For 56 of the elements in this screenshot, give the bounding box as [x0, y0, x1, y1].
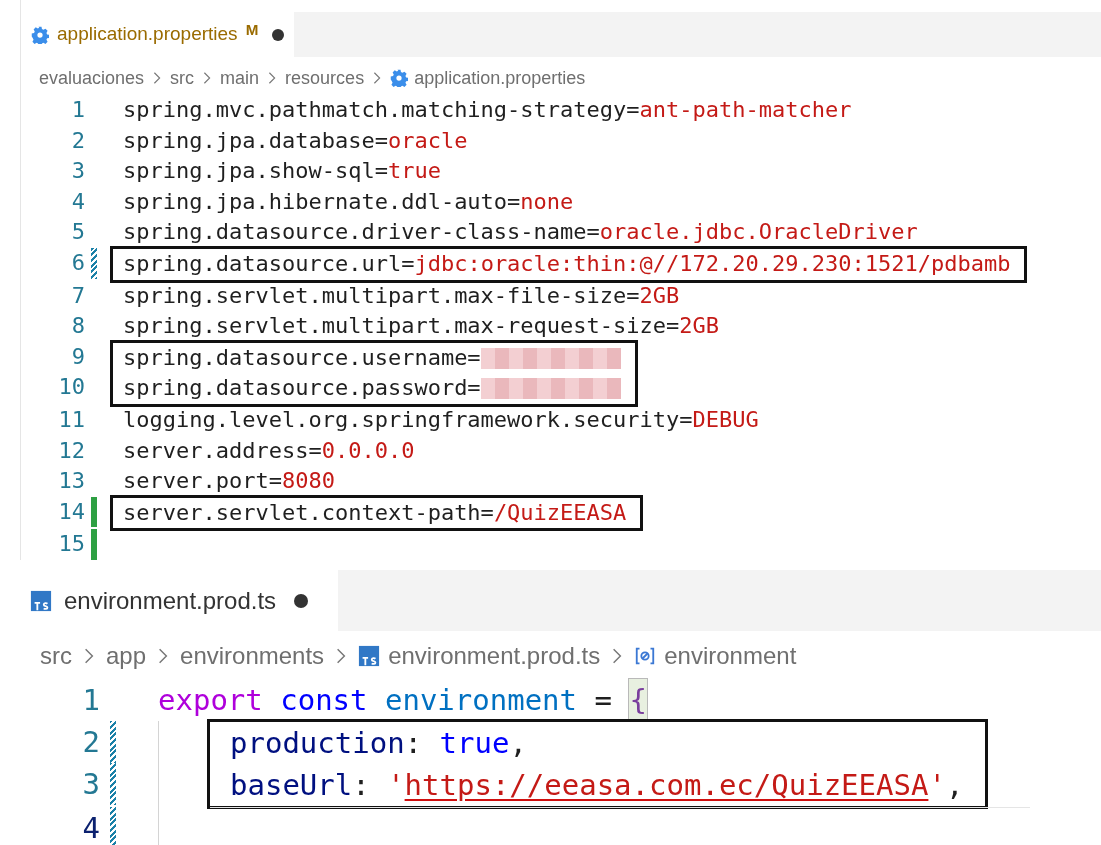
line-number: 8	[70, 312, 85, 341]
line-number: 15	[57, 530, 85, 559]
code-line: server.port=8080	[123, 467, 336, 496]
line-number: 2	[81, 724, 100, 761]
gear-icon	[390, 69, 409, 88]
editor-tab[interactable]: environment.prod.ts	[0, 570, 339, 631]
code-line: spring.datasource.driver-class-name=oracle.jdbc.OracleDriver	[123, 218, 918, 247]
code-line: spring.jpa.database=oracle	[123, 126, 469, 155]
breadcrumb-item[interactable]: app	[106, 638, 147, 674]
code-line: production: true,	[230, 725, 528, 762]
code-line: export const environment = {	[158, 679, 647, 721]
line-number: 4	[81, 810, 100, 845]
code-line: baseUrl: 'https://eeasa.com.ec/QuizEEASA',	[230, 767, 964, 804]
line-number: 4	[70, 187, 85, 216]
code-line: spring.datasource.username=	[123, 342, 621, 374]
typescript-file-icon	[358, 645, 381, 667]
breadcrumb-item[interactable]: environment	[664, 638, 797, 674]
code-line: spring.jpa.hibernate.ddl-auto=none	[123, 187, 575, 216]
tab-label: application.properties	[57, 22, 238, 47]
code-line: spring.datasource.password=	[123, 373, 621, 405]
code-line: spring.servlet.multipart.max-request-size=2GB	[123, 312, 720, 341]
breadcrumb-item[interactable]: src	[170, 64, 195, 92]
variable-icon	[634, 645, 657, 667]
breadcrumb-item[interactable]: resources	[285, 64, 365, 92]
code-line: spring.jpa.show-sql=true	[123, 157, 442, 186]
breadcrumb-item[interactable]: application.properties	[414, 64, 586, 92]
line-number: 10	[57, 373, 85, 402]
code-line: server.servlet.context-path=/QuizEEASA	[123, 498, 627, 527]
line-number: 14	[57, 497, 85, 526]
breadcrumb-item[interactable]: evaluaciones	[39, 64, 145, 92]
line-number: 11	[57, 406, 85, 435]
code-line: logging.level.org.springframework.security=DEBUG	[123, 406, 759, 435]
code-line: spring.mvc.pathmatch.matching-strategy=ant-path-matcher	[123, 96, 853, 125]
typescript-file-icon	[30, 589, 52, 612]
line-number: 2	[70, 126, 85, 155]
line-number: 3	[70, 157, 85, 186]
line-number: 6	[70, 249, 85, 278]
line-number: 7	[70, 281, 85, 310]
code-line: spring.servlet.multipart.max-file-size=2GB	[123, 281, 681, 310]
breadcrumb-item[interactable]: environment.prod.ts	[388, 638, 601, 674]
breadcrumb-item[interactable]: src	[40, 638, 72, 674]
line-number: 12	[57, 436, 85, 465]
line-number: 5	[70, 218, 85, 247]
gear-icon	[31, 25, 49, 44]
modified-label: M	[245, 20, 259, 41]
editor-tab[interactable]: application.properties M	[21, 12, 295, 58]
breadcrumb-item[interactable]: main	[220, 64, 260, 92]
code-line: server.address=0.0.0.0	[123, 436, 416, 465]
line-number: 1	[70, 96, 85, 125]
tab-label: environment.prod.ts	[64, 585, 277, 616]
line-number: 9	[70, 342, 85, 371]
breadcrumb-item[interactable]: environments	[180, 638, 325, 674]
line-number: 1	[81, 682, 100, 719]
line-number: 3	[81, 766, 100, 803]
code-line: spring.datasource.url=jdbc:oracle:thin:@//172.20.29.230:1521/pdbamb	[123, 250, 1011, 279]
line-number: 13	[57, 467, 85, 496]
